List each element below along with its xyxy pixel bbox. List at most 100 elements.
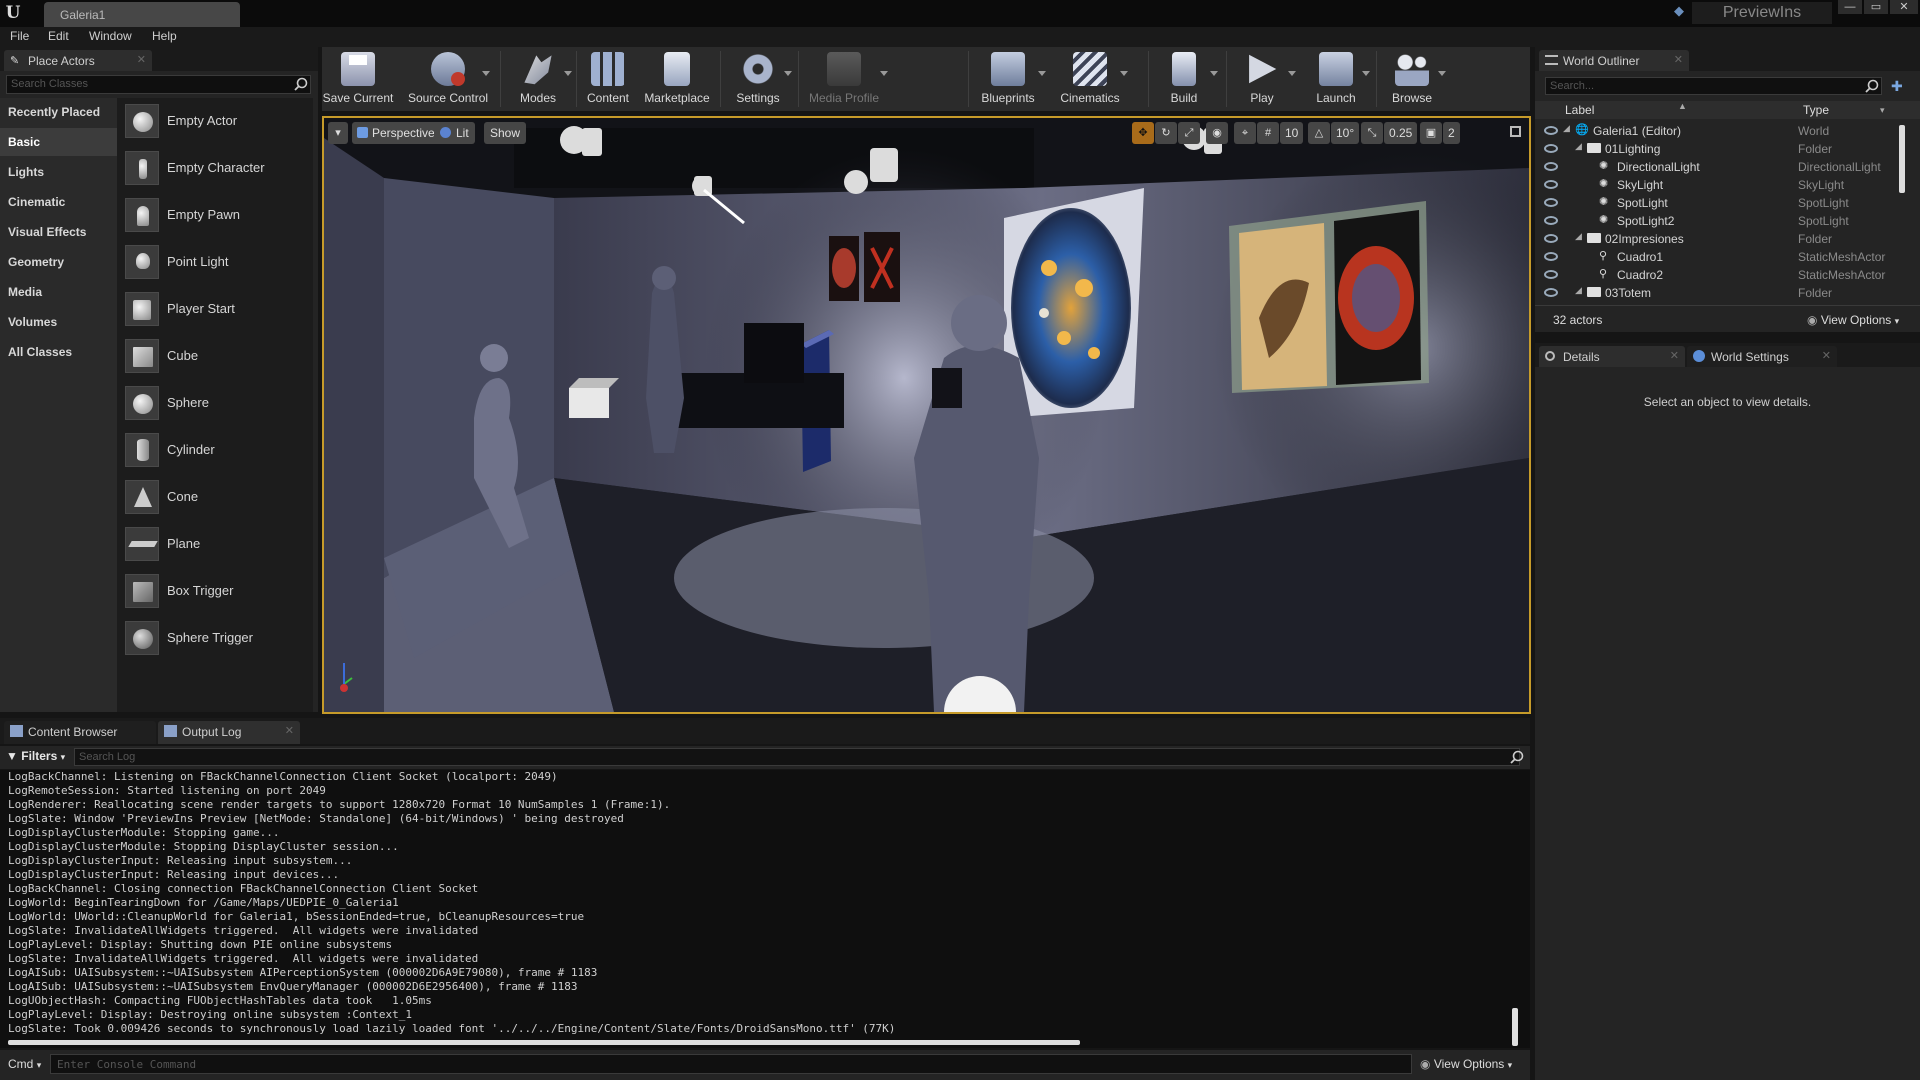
tab-world-outliner[interactable]: World Outliner ✕ — [1539, 50, 1689, 71]
actor-item[interactable]: Empty Actor — [125, 102, 305, 140]
actor-item[interactable]: Cone — [125, 478, 305, 516]
category-volumes[interactable]: Volumes — [0, 308, 117, 336]
category-visual-effects[interactable]: Visual Effects — [0, 218, 117, 246]
tab-content-browser[interactable]: Content Browser — [4, 721, 156, 744]
scale-icon[interactable]: ⤢ — [1178, 122, 1200, 144]
actor-item[interactable]: Empty Character — [125, 149, 305, 187]
actor-item[interactable]: Empty Pawn — [125, 196, 305, 234]
visibility-icon[interactable] — [1544, 126, 1558, 135]
menu-help[interactable]: Help — [152, 29, 177, 43]
document-tab[interactable]: Galeria1 — [44, 2, 240, 27]
visibility-icon[interactable] — [1544, 288, 1558, 297]
outliner-scrollbar[interactable] — [1899, 125, 1905, 193]
filters-button[interactable]: ▼ Filters ▾ — [6, 749, 65, 763]
category-all-classes[interactable]: All Classes — [0, 338, 117, 366]
scene-render[interactable] — [324, 118, 1529, 712]
visibility-icon[interactable] — [1544, 216, 1558, 225]
play-button[interactable]: Play — [1230, 47, 1296, 111]
visibility-icon[interactable] — [1544, 180, 1558, 189]
chevron-down-icon[interactable]: ▾ — [1880, 105, 1885, 116]
output-log[interactable]: LogBackChannel: Listening on FBackChanne… — [0, 770, 1530, 1048]
tab-output-log[interactable]: Output Log ✕ — [158, 721, 300, 744]
close-icon[interactable]: ✕ — [1670, 349, 1679, 362]
add-actor-icon[interactable]: ✚ — [1891, 78, 1907, 94]
chevron-down-icon[interactable] — [1438, 71, 1446, 76]
outliner-view-options-button[interactable]: ◉ View Options ▾ — [1807, 313, 1899, 327]
world-local-icon[interactable]: ◉ — [1206, 122, 1228, 144]
close-icon[interactable]: ✕ — [1674, 53, 1683, 66]
actor-item[interactable]: Cube — [125, 337, 305, 375]
chevron-down-icon[interactable] — [1038, 71, 1046, 76]
category-lights[interactable]: Lights — [0, 158, 117, 186]
cmd-dropdown[interactable]: Cmd ▾ — [8, 1057, 41, 1071]
grid-snap-value[interactable]: 10 — [1280, 122, 1304, 144]
marketplace-button[interactable]: Marketplace — [640, 47, 714, 111]
col-type[interactable]: Type — [1803, 103, 1829, 117]
outliner-row[interactable]: ⚲ Cuadro1 StaticMeshActor — [1535, 248, 1905, 266]
grid-snap-icon[interactable]: # — [1257, 122, 1279, 144]
show-button[interactable]: Show — [484, 122, 527, 144]
actor-item[interactable]: Plane — [125, 525, 305, 563]
col-label[interactable]: Label — [1565, 103, 1594, 117]
outliner-row[interactable]: ✺ SpotLight SpotLight — [1535, 194, 1905, 212]
actor-item[interactable]: Box Trigger — [125, 572, 305, 610]
expand-icon[interactable]: ◢ — [1575, 285, 1582, 296]
source-control-button[interactable]: Source Control — [408, 47, 490, 111]
category-cinematic[interactable]: Cinematic — [0, 188, 117, 216]
chevron-down-icon[interactable] — [880, 71, 888, 76]
tab-details[interactable]: Details ✕ — [1539, 346, 1685, 367]
sort-up-icon[interactable]: ▲ — [1678, 101, 1687, 111]
category-basic[interactable]: Basic — [0, 128, 117, 156]
camera-speed-icon[interactable]: ▣ — [1420, 122, 1442, 144]
maximize-viewport-icon[interactable] — [1510, 126, 1521, 137]
scale-snap-value[interactable]: 0.25 — [1384, 122, 1418, 144]
visibility-icon[interactable] — [1544, 198, 1558, 207]
expand-icon[interactable]: ◢ — [1563, 123, 1570, 134]
visibility-icon[interactable] — [1544, 270, 1558, 279]
browse-button[interactable]: Browse — [1380, 47, 1446, 111]
category-geometry[interactable]: Geometry — [0, 248, 117, 276]
modes-button[interactable]: Modes — [506, 47, 572, 111]
chevron-down-icon[interactable] — [1288, 71, 1296, 76]
chevron-down-icon[interactable] — [482, 71, 490, 76]
visibility-icon[interactable] — [1544, 234, 1558, 243]
console-command-input[interactable]: Enter Console Command — [50, 1054, 1412, 1074]
rotation-snap-icon[interactable]: △ — [1308, 122, 1330, 144]
unreal-logo-icon[interactable]: U — [2, 2, 24, 24]
outliner-row[interactable]: ⚲ Cuadro2 StaticMeshActor — [1535, 266, 1905, 284]
cinematics-button[interactable]: Cinematics — [1054, 47, 1128, 111]
outliner-search-input[interactable]: Search... — [1545, 77, 1882, 95]
chevron-down-icon[interactable] — [564, 71, 572, 76]
close-icon[interactable]: ✕ — [285, 724, 294, 737]
category-recently-placed[interactable]: Recently Placed — [0, 98, 117, 126]
launch-button[interactable]: Launch — [1304, 47, 1370, 111]
expand-icon[interactable]: ◢ — [1575, 141, 1582, 152]
visibility-icon[interactable] — [1544, 144, 1558, 153]
rotation-snap-value[interactable]: 10° — [1331, 122, 1360, 144]
search-log-input[interactable]: Search Log — [74, 748, 1520, 766]
surface-snap-icon[interactable]: ⌖ — [1234, 122, 1256, 144]
outliner-row[interactable]: ◢ 02Impresiones Folder — [1535, 230, 1905, 248]
chevron-down-icon[interactable] — [784, 71, 792, 76]
visibility-icon[interactable] — [1544, 252, 1558, 261]
menu-edit[interactable]: Edit — [48, 29, 69, 43]
outliner-row[interactable]: ✺ SkyLight SkyLight — [1535, 176, 1905, 194]
save-current-button[interactable]: Save Current — [322, 47, 394, 111]
expand-icon[interactable]: ◢ — [1575, 231, 1582, 242]
perspective-button[interactable]: Perspective — [352, 122, 441, 144]
close-icon[interactable]: ✕ — [1822, 349, 1831, 362]
lit-button[interactable]: Lit — [434, 122, 475, 144]
chevron-down-icon[interactable] — [1210, 71, 1218, 76]
close-icon[interactable]: ✕ — [137, 53, 146, 66]
translate-icon[interactable]: ✥ — [1132, 122, 1154, 144]
settings-button[interactable]: Settings — [726, 47, 792, 111]
chevron-down-icon[interactable] — [1362, 71, 1370, 76]
actor-item[interactable]: Sphere — [125, 384, 305, 422]
rotate-icon[interactable]: ↻ — [1155, 122, 1177, 144]
log-view-options-button[interactable]: ◉ View Options ▾ — [1420, 1057, 1512, 1071]
viewport-options-button[interactable]: ▾ — [328, 122, 348, 144]
outliner-row[interactable]: ✺ DirectionalLight DirectionalLight — [1535, 158, 1905, 176]
search-classes-input[interactable]: Search Classes — [6, 75, 311, 94]
visibility-icon[interactable] — [1544, 162, 1558, 171]
build-button[interactable]: Build — [1152, 47, 1218, 111]
